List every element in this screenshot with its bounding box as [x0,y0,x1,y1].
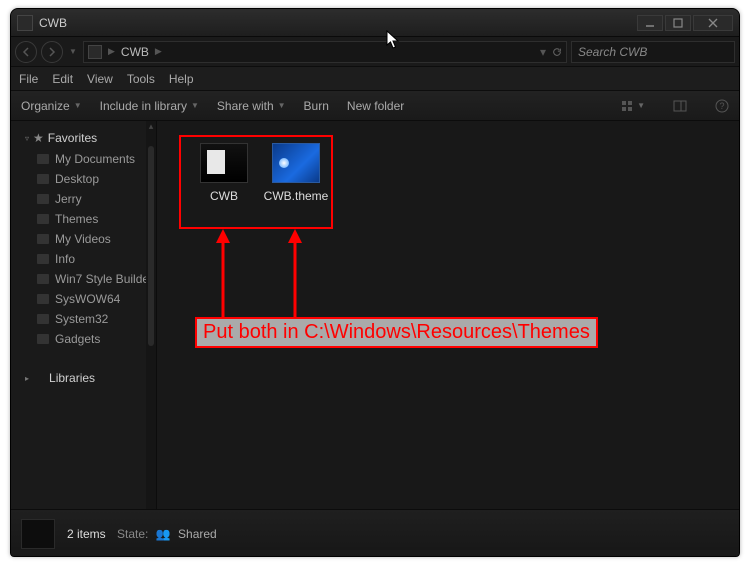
command-bar: Organize▼ Include in library▼ Share with… [11,91,739,121]
minimize-button[interactable] [637,15,663,31]
sidebar-scrollbar[interactable]: ▴ [146,121,156,509]
libraries-icon [33,373,45,383]
new-folder-button[interactable]: New folder [347,99,404,113]
navigation-pane[interactable]: ▿ ★ Favorites My Documents Desktop Jerry… [11,121,157,509]
details-pane: 2 items State: 👥 Shared [11,509,739,557]
help-button[interactable]: ? [715,99,729,113]
menu-tools[interactable]: Tools [127,72,155,86]
state-value: Shared [178,527,217,541]
sidebar-item[interactable]: Win7 Style Builder [19,269,154,289]
location-icon [88,45,102,59]
scrollbar-thumb[interactable] [148,146,154,346]
item-count: 2 items [67,527,106,541]
body: ▿ ★ Favorites My Documents Desktop Jerry… [11,121,739,509]
menu-file[interactable]: File [19,72,38,86]
folder-icon [37,334,49,344]
file-list[interactable]: CWB CWB.theme Put both in C:\Windows\Res… [157,121,739,509]
breadcrumb-current[interactable]: CWB [121,45,149,59]
annotation-arrow [213,229,233,317]
titlebar[interactable]: CWB [11,9,739,37]
file-item-theme[interactable]: CWB.theme [259,143,333,203]
expand-icon[interactable]: ▸ [25,374,29,383]
svg-text:?: ? [719,101,724,111]
chevron-right-icon: ▶ [108,46,115,57]
preview-pane-button[interactable] [673,99,687,113]
search-box[interactable] [571,41,735,63]
app-icon [17,15,33,31]
maximize-button[interactable] [665,15,691,31]
file-label: CWB.theme [259,189,333,203]
view-options-button[interactable]: ▼ [621,99,645,113]
share-with-button[interactable]: Share with▼ [217,99,286,113]
back-button[interactable] [15,41,37,63]
explorer-window: CWB ▼ ▶ CWB ▶ ▾ [10,8,740,557]
file-item-folder[interactable]: CWB [187,143,261,203]
folder-icon [37,154,49,164]
theme-file-icon [272,143,320,183]
sidebar-item[interactable]: Desktop [19,169,154,189]
sidebar-item[interactable]: Jerry [19,189,154,209]
window-title: CWB [39,16,67,30]
organize-button[interactable]: Organize▼ [21,99,82,113]
navigation-bar: ▼ ▶ CWB ▶ ▾ [11,37,739,67]
folder-icon [37,294,49,304]
shared-icon: 👥 [156,527,171,541]
refresh-icon[interactable] [552,47,562,57]
folder-icon [37,214,49,224]
address-bar[interactable]: ▶ CWB ▶ ▾ [83,41,567,63]
burn-button[interactable]: Burn [304,99,329,113]
folder-icon [37,194,49,204]
selection-icon [21,519,55,549]
sidebar-item[interactable]: Gadgets [19,329,154,349]
file-label: CWB [187,189,261,203]
include-in-library-button[interactable]: Include in library▼ [100,99,199,113]
sidebar-item[interactable]: System32 [19,309,154,329]
state-label: State: [117,527,148,541]
collapse-icon[interactable]: ▿ [25,134,29,143]
folder-icon [37,174,49,184]
sidebar-item[interactable]: My Videos [19,229,154,249]
sidebar-group-favorites[interactable]: ▿ ★ Favorites [19,127,154,149]
folder-icon [37,234,49,244]
annotation-arrow [285,229,305,317]
chevron-right-icon: ▶ [155,46,162,57]
folder-icon [200,143,248,183]
star-icon: ★ [33,131,44,145]
sidebar-item[interactable]: SysWOW64 [19,289,154,309]
favorites-label: Favorites [48,131,97,145]
menu-bar: File Edit View Tools Help [11,67,739,91]
search-input[interactable] [578,45,733,59]
sidebar-group-libraries[interactable]: ▸ Libraries [19,367,154,389]
menu-help[interactable]: Help [169,72,194,86]
sidebar-item[interactable]: Info [19,249,154,269]
sidebar-item[interactable]: Themes [19,209,154,229]
sidebar-item[interactable]: My Documents [19,149,154,169]
folder-icon [37,314,49,324]
chevron-down-icon[interactable]: ▾ [540,45,546,59]
forward-button[interactable] [41,41,63,63]
close-button[interactable] [693,15,733,31]
menu-edit[interactable]: Edit [52,72,73,86]
libraries-label: Libraries [49,371,95,385]
annotation-text: Put both in C:\Windows\Resources\Themes [195,317,598,348]
folder-icon [37,254,49,264]
menu-view[interactable]: View [87,72,113,86]
nav-history-dropdown[interactable]: ▼ [67,42,79,62]
folder-icon [37,274,49,284]
